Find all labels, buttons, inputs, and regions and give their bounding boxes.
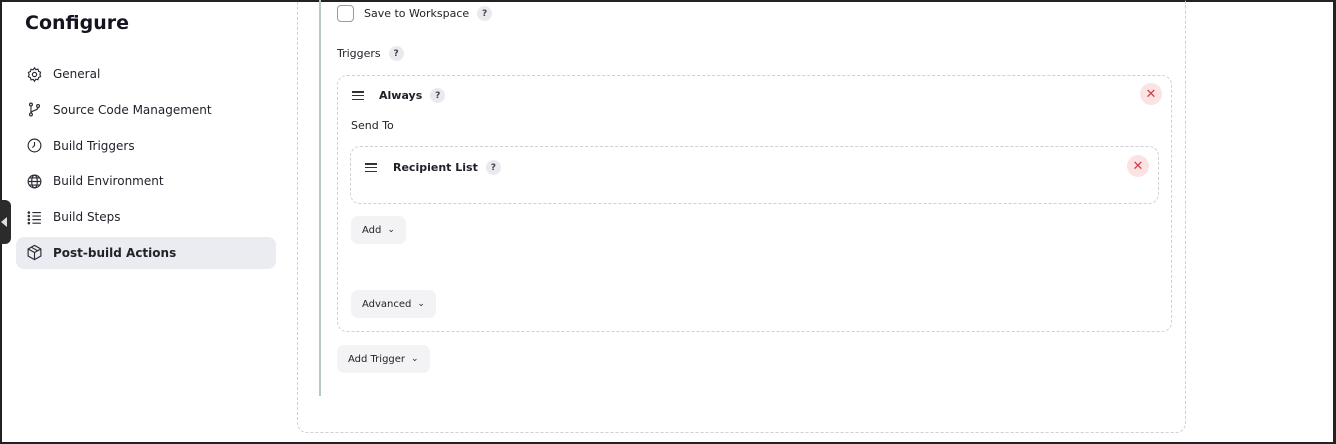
sidebar-item-post-build-actions[interactable]: Post-build Actions <box>16 236 276 269</box>
help-icon[interactable]: ? <box>485 160 501 175</box>
add-trigger-button[interactable]: Add Trigger ⌄ <box>337 345 430 373</box>
package-icon <box>25 244 43 262</box>
delete-trigger-button[interactable]: ✕ <box>1140 83 1162 105</box>
save-to-workspace-checkbox[interactable] <box>337 5 354 22</box>
add-button-label: Add <box>362 224 382 236</box>
recipient-title: Recipient List ? <box>393 160 501 175</box>
sidebar-item-label: General <box>53 67 101 81</box>
sidebar-nav: General Source Code Management Build Tri… <box>16 58 276 273</box>
side-panel-toggle[interactable] <box>0 200 11 244</box>
sidebar-item-general[interactable]: General <box>16 58 276 90</box>
save-to-workspace-label: Save to Workspace <box>364 7 470 20</box>
chevron-down-icon: ⌄ <box>411 354 419 364</box>
help-icon[interactable]: ? <box>477 6 493 21</box>
sidebar-item-label: Build Steps <box>53 210 121 225</box>
sidebar-item-build-environment[interactable]: Build Environment <box>16 165 276 197</box>
advanced-button-label: Advanced <box>362 298 412 310</box>
section-indent-line <box>319 0 321 396</box>
sidebar-item-label: Build Triggers <box>53 138 135 153</box>
recipient-name: Recipient List <box>393 161 478 174</box>
trigger-name: Always <box>379 89 423 102</box>
chevron-down-icon: ⌄ <box>387 225 395 235</box>
sidebar-item-build-steps[interactable]: Build Steps <box>16 201 276 233</box>
triggers-heading: Triggers ? <box>337 46 404 61</box>
help-icon[interactable]: ? <box>430 88 446 103</box>
branch-icon <box>25 101 43 119</box>
help-icon[interactable]: ? <box>388 46 404 61</box>
delete-recipient-button[interactable]: ✕ <box>1127 155 1149 177</box>
triggers-label: Triggers <box>337 47 381 60</box>
sidebar-item-build-triggers[interactable]: Build Triggers <box>16 130 276 162</box>
drag-handle-icon[interactable] <box>365 163 377 173</box>
sidebar-item-label: Source Code Management <box>53 102 212 117</box>
list-icon <box>25 208 43 226</box>
sidebar-item-label: Post-build Actions <box>53 245 177 260</box>
page-title: Configure <box>25 12 129 34</box>
gear-icon <box>25 65 43 83</box>
clock-icon <box>25 137 43 155</box>
sidebar-item-source-code-management[interactable]: Source Code Management <box>16 94 276 126</box>
trigger-title: Always ? <box>379 88 446 103</box>
add-trigger-label: Add Trigger <box>348 353 406 365</box>
advanced-button[interactable]: Advanced ⌄ <box>351 290 436 318</box>
globe-icon <box>25 172 43 190</box>
send-to-label: Send To <box>351 119 394 132</box>
recipient-list-block <box>350 146 1159 204</box>
drag-handle-icon[interactable] <box>352 91 364 101</box>
sidebar-item-label: Build Environment <box>53 174 164 189</box>
chevron-down-icon: ⌄ <box>417 299 425 309</box>
save-to-workspace-row: Save to Workspace ? <box>337 5 493 22</box>
add-button[interactable]: Add ⌄ <box>351 216 406 244</box>
